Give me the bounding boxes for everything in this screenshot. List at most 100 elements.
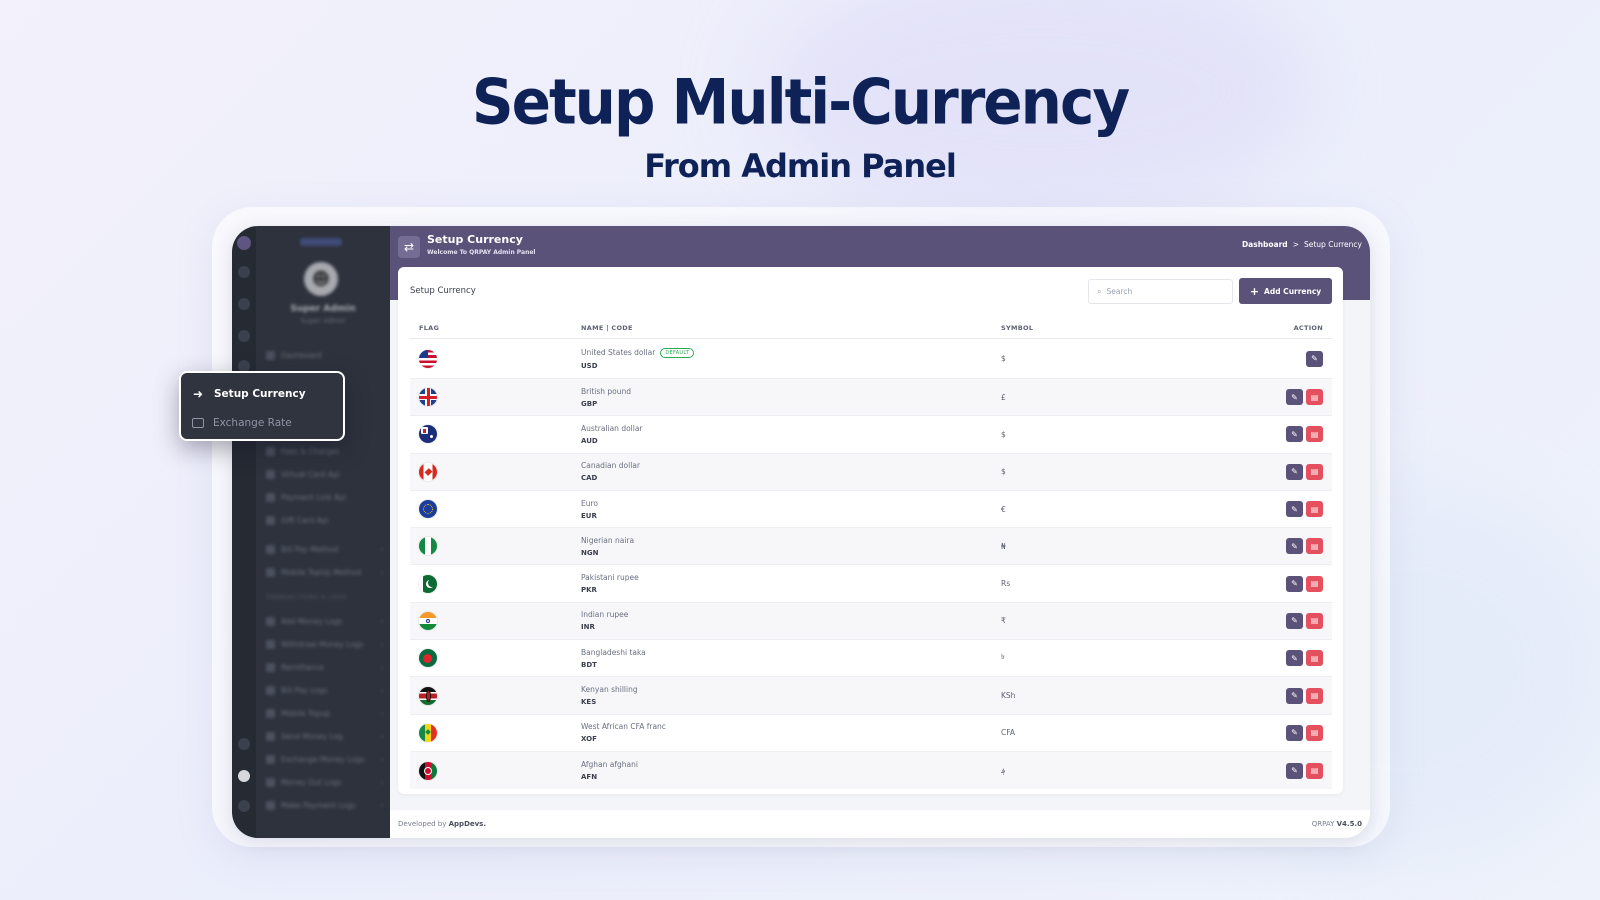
currency-name: Pakistani rupee <box>581 573 639 583</box>
footer-brand-link[interactable]: AppDevs. <box>449 820 486 828</box>
delete-button[interactable]: ▤ <box>1306 762 1323 779</box>
edit-button[interactable]: ✎ <box>1286 612 1303 629</box>
footer: Developed by AppDevs. QRPAY V4.5.0 <box>390 810 1370 838</box>
trash-icon: ▤ <box>1310 728 1319 738</box>
bell-icon[interactable] <box>238 330 250 342</box>
sidebar-item-payment-link[interactable]: Payment Link Api <box>266 490 386 504</box>
search-icon: ⌕ <box>1097 286 1102 296</box>
withdraw-icon <box>266 639 275 649</box>
header-action: ACTION <box>1293 323 1323 332</box>
sidebar-item-send-money-log[interactable]: Send Money Log › <box>266 729 386 743</box>
avatar-icon[interactable] <box>238 770 250 782</box>
delete-button[interactable]: ▤ <box>1306 650 1323 667</box>
submenu-item-setup-currency[interactable]: ➜ Setup Currency <box>191 379 333 408</box>
flag-sn-icon <box>419 723 437 742</box>
currency-card: Setup Currency ⌕ Search + Add Currency F… <box>398 267 1343 794</box>
delete-button[interactable]: ▤ <box>1306 426 1323 443</box>
sidebar-item-withdraw-logs[interactable]: Withdraw Money Logs › <box>266 637 386 651</box>
table-row: West African CFA franc XOF CFA ✎ ▤ <box>410 715 1332 752</box>
edit-button[interactable]: ✎ <box>1286 389 1303 406</box>
search-icon[interactable] <box>238 266 250 278</box>
sidebar-item-make-payment-logs[interactable]: Make Payment Logs › <box>266 798 386 812</box>
currency-code: NGN <box>581 548 599 557</box>
sidebar-item-remittance[interactable]: Remittance › <box>266 660 386 674</box>
edit-button[interactable]: ✎ <box>1286 575 1303 592</box>
sidebar-item-money-out-logs[interactable]: Money Out Logs › <box>266 775 386 789</box>
user-role: Super Admin <box>300 317 346 325</box>
delete-button[interactable]: ▤ <box>1306 538 1323 555</box>
add-currency-button[interactable]: + Add Currency <box>1239 278 1332 304</box>
flag-ca-icon <box>419 462 437 481</box>
gear-icon[interactable] <box>238 738 250 750</box>
header-symbol: SYMBOL <box>1001 323 1034 332</box>
header-flag: FLAG <box>419 323 440 332</box>
table-row: Nigerian naira NGN ₦ ✎ ▤ <box>410 528 1332 566</box>
avatar[interactable]: ☻ <box>304 262 338 296</box>
breadcrumb-dashboard[interactable]: Dashboard <box>1242 240 1288 249</box>
sidebar-item-gift-card[interactable]: Gift Card Api <box>266 513 386 527</box>
pencil-icon: ✎ <box>1291 467 1298 477</box>
currency-code: PKR <box>581 586 597 595</box>
payment-icon <box>266 800 275 810</box>
currency-symbol: ؋ <box>1001 766 1006 776</box>
sidebar-item-virtual-card[interactable]: Virtual Card Api <box>266 467 386 481</box>
search-input[interactable]: ⌕ Search <box>1088 279 1233 304</box>
currency-symbol: $ <box>1001 429 1006 439</box>
gift-icon <box>266 515 275 525</box>
currency-name: Euro <box>581 498 598 508</box>
delete-button[interactable]: ▤ <box>1306 501 1323 518</box>
remittance-icon <box>266 662 275 672</box>
currency-code: GBP <box>581 399 598 408</box>
table-row: Afghan afghani AFN ؋ ✎ ▤ <box>410 751 1332 790</box>
page-subtitle: Welcome To QRPAY Admin Panel <box>427 249 536 256</box>
sidebar-item-mobile-topup[interactable]: Mobile Topup › <box>266 706 386 720</box>
user-name: Super Admin <box>290 304 356 314</box>
delete-button[interactable]: ▤ <box>1306 575 1323 592</box>
edit-button[interactable]: ✎ <box>1286 463 1303 480</box>
delete-button[interactable]: ▤ <box>1306 724 1323 741</box>
edit-button[interactable]: ✎ <box>1286 650 1303 667</box>
icon-rail <box>232 226 256 838</box>
edit-button[interactable]: ✎ <box>1286 762 1303 779</box>
table-row: British pound GBP £ ✎ ▤ <box>410 379 1332 417</box>
link-icon <box>266 492 275 502</box>
edit-button[interactable]: ✎ <box>1286 724 1303 741</box>
sidebar-item-dashboard[interactable]: Dashboard <box>266 348 386 362</box>
sidebar-item-bill-pay[interactable]: Bill Pay Method › <box>266 542 386 556</box>
edit-button[interactable]: ✎ <box>1286 538 1303 555</box>
currency-name: Bangladeshi taka <box>581 647 646 657</box>
sidebar-item-add-money-logs[interactable]: Add Money Logs › <box>266 614 386 628</box>
flag-bd-icon <box>419 649 437 668</box>
card-title: Setup Currency <box>410 286 476 296</box>
breadcrumb-current: Setup Currency <box>1303 240 1362 249</box>
wallet-icon <box>266 616 275 626</box>
edit-button[interactable]: ✎ <box>1286 426 1303 443</box>
submenu-item-exchange-rate[interactable]: Exchange Rate <box>191 408 333 437</box>
swap-icon[interactable]: ⇄ <box>398 236 420 258</box>
delete-button[interactable]: ▤ <box>1306 687 1323 704</box>
mobile-icon <box>266 708 275 718</box>
sidebar-item-exchange-logs[interactable]: Exchange Money Logs › <box>266 752 386 766</box>
table-row: Indian rupee INR ₹ ✎ ▤ <box>410 602 1332 641</box>
pencil-icon: ✎ <box>1291 653 1298 663</box>
chevron-right-icon: › <box>380 708 384 718</box>
edit-button[interactable]: ✎ <box>1286 501 1303 518</box>
bill-icon <box>266 685 275 695</box>
delete-button[interactable]: ▤ <box>1306 612 1323 629</box>
send-icon <box>266 731 275 741</box>
trash-icon: ▤ <box>1310 429 1319 439</box>
edit-button[interactable]: ✎ <box>1286 687 1303 704</box>
globe-icon[interactable] <box>238 298 250 310</box>
flag-pk-icon <box>419 574 437 593</box>
flag-ng-icon <box>419 537 437 556</box>
arrow-right-icon: ➜ <box>192 386 204 401</box>
sidebar-item-fees[interactable]: Fees & Charges <box>266 444 386 458</box>
edit-button[interactable]: ✎ <box>1306 350 1323 367</box>
sidebar-item-mobile-topup-method[interactable]: Mobile TopUp Method › <box>266 565 386 579</box>
power-icon[interactable] <box>238 800 250 812</box>
sidebar-item-bill-pay-logs[interactable]: Bill Pay Logs › <box>266 683 386 697</box>
delete-button[interactable]: ▤ <box>1306 463 1323 480</box>
money-out-icon <box>266 777 275 787</box>
currency-code: XOF <box>581 735 597 744</box>
delete-button[interactable]: ▤ <box>1306 389 1323 406</box>
